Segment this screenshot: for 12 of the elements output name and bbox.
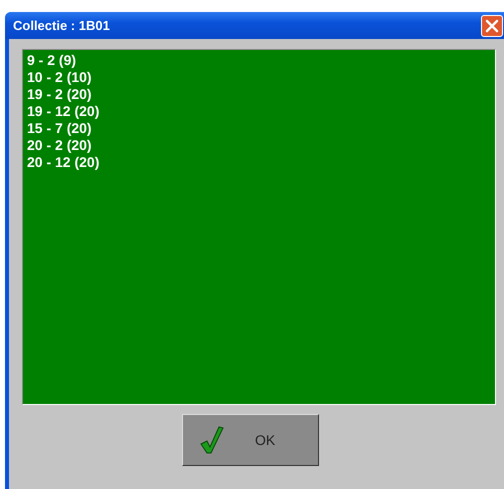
- close-icon: [485, 18, 499, 32]
- list-item[interactable]: 10 - 2 (10): [27, 69, 491, 86]
- list-item[interactable]: 9 - 2 (9): [27, 52, 491, 69]
- list-item[interactable]: 19 - 2 (20): [27, 86, 491, 103]
- close-button[interactable]: [481, 14, 503, 36]
- ok-button[interactable]: OK: [182, 414, 319, 466]
- list-item[interactable]: 20 - 12 (20): [27, 154, 491, 171]
- window-title: Collectie : 1B01: [13, 18, 110, 33]
- list-item[interactable]: 15 - 7 (20): [27, 120, 491, 137]
- list-item[interactable]: 19 - 12 (20): [27, 103, 491, 120]
- checkmark-icon: [199, 425, 225, 455]
- list-item[interactable]: 20 - 2 (20): [27, 137, 491, 154]
